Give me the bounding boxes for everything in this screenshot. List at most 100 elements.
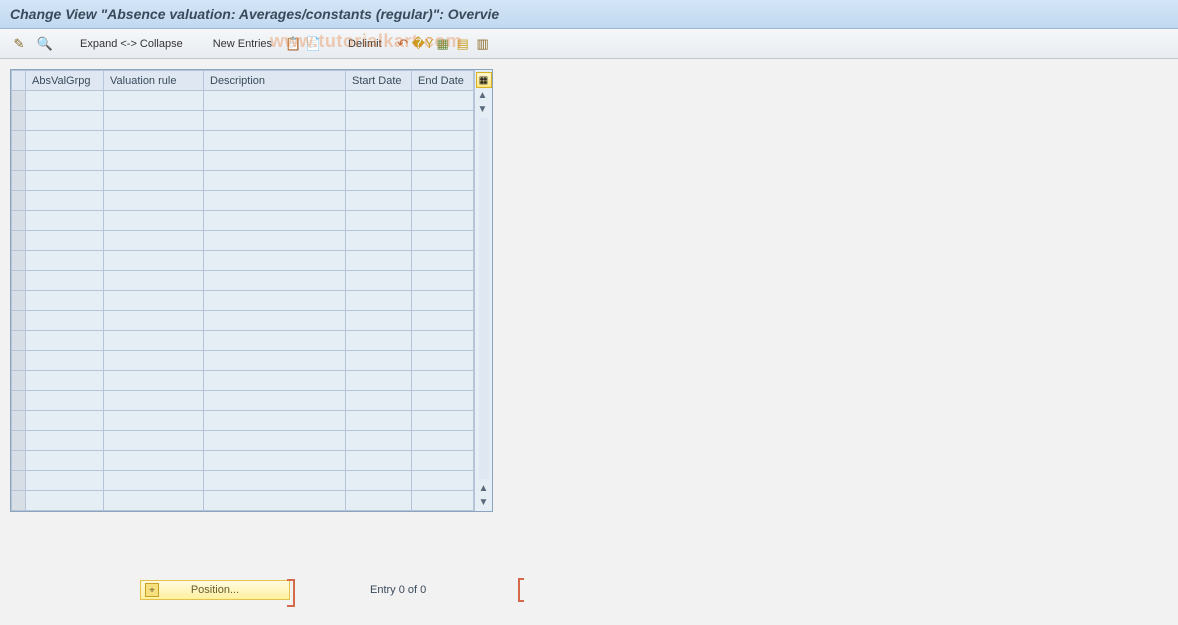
cell-valuation-rule[interactable]: [104, 431, 204, 451]
row-selector[interactable]: [12, 171, 26, 191]
cell-end-date[interactable]: [412, 151, 474, 171]
row-selector[interactable]: [12, 451, 26, 471]
col-header-end-date[interactable]: End Date: [412, 71, 474, 91]
table-row[interactable]: [12, 431, 474, 451]
row-selector[interactable]: [12, 211, 26, 231]
row-selector[interactable]: [12, 291, 26, 311]
row-selector[interactable]: [12, 271, 26, 291]
table-row[interactable]: [12, 391, 474, 411]
row-selector[interactable]: [12, 251, 26, 271]
position-button[interactable]: ⌖ Position...: [140, 580, 290, 600]
cell-valuation-rule[interactable]: [104, 331, 204, 351]
cell-valuation-rule[interactable]: [104, 111, 204, 131]
cell-absvalgrpg[interactable]: [26, 491, 104, 511]
table-save-icon[interactable]: ▤: [454, 35, 472, 53]
undo-icon[interactable]: ↶: [394, 35, 412, 53]
cell-end-date[interactable]: [412, 231, 474, 251]
row-selector[interactable]: [12, 411, 26, 431]
cell-end-date[interactable]: [412, 211, 474, 231]
cell-end-date[interactable]: [412, 311, 474, 331]
table-row[interactable]: [12, 451, 474, 471]
table-row[interactable]: [12, 171, 474, 191]
scroll-up-icon[interactable]: ▼: [476, 102, 490, 116]
cell-absvalgrpg[interactable]: [26, 151, 104, 171]
cell-valuation-rule[interactable]: [104, 471, 204, 491]
cell-valuation-rule[interactable]: [104, 251, 204, 271]
row-selector[interactable]: [12, 491, 26, 511]
cell-start-date[interactable]: [346, 411, 412, 431]
cell-start-date[interactable]: [346, 391, 412, 411]
cell-start-date[interactable]: [346, 171, 412, 191]
delimit-button[interactable]: Delimit: [344, 36, 386, 52]
cell-start-date[interactable]: [346, 151, 412, 171]
expand-collapse-button[interactable]: Expand <-> Collapse: [76, 36, 187, 52]
cell-end-date[interactable]: [412, 91, 474, 111]
cell-valuation-rule[interactable]: [104, 271, 204, 291]
cell-description[interactable]: [204, 251, 346, 271]
cell-absvalgrpg[interactable]: [26, 191, 104, 211]
scroll-up-top-icon[interactable]: ▲: [476, 88, 490, 102]
cell-description[interactable]: [204, 291, 346, 311]
cell-valuation-rule[interactable]: [104, 311, 204, 331]
cell-valuation-rule[interactable]: [104, 451, 204, 471]
cell-end-date[interactable]: [412, 351, 474, 371]
cell-start-date[interactable]: [346, 311, 412, 331]
table-row[interactable]: [12, 371, 474, 391]
cell-start-date[interactable]: [346, 251, 412, 271]
table-row[interactable]: [12, 411, 474, 431]
cell-start-date[interactable]: [346, 331, 412, 351]
cell-end-date[interactable]: [412, 291, 474, 311]
cell-start-date[interactable]: [346, 91, 412, 111]
row-selector[interactable]: [12, 371, 26, 391]
cell-absvalgrpg[interactable]: [26, 411, 104, 431]
row-selector[interactable]: [12, 231, 26, 251]
table-row[interactable]: [12, 491, 474, 511]
row-selector[interactable]: [12, 311, 26, 331]
table-row[interactable]: [12, 291, 474, 311]
cell-start-date[interactable]: [346, 271, 412, 291]
cell-valuation-rule[interactable]: [104, 151, 204, 171]
cell-description[interactable]: [204, 211, 346, 231]
cell-description[interactable]: [204, 191, 346, 211]
cell-description[interactable]: [204, 431, 346, 451]
find-icon[interactable]: 🔍: [36, 35, 54, 53]
cell-description[interactable]: [204, 371, 346, 391]
cell-valuation-rule[interactable]: [104, 411, 204, 431]
cell-description[interactable]: [204, 471, 346, 491]
row-selector[interactable]: [12, 191, 26, 211]
table-row[interactable]: [12, 151, 474, 171]
table-row[interactable]: [12, 331, 474, 351]
cell-end-date[interactable]: [412, 171, 474, 191]
paste-icon[interactable]: 📄: [304, 35, 322, 53]
cell-absvalgrpg[interactable]: [26, 351, 104, 371]
col-header-start-date[interactable]: Start Date: [346, 71, 412, 91]
cell-absvalgrpg[interactable]: [26, 251, 104, 271]
table-row[interactable]: [12, 91, 474, 111]
cell-end-date[interactable]: [412, 271, 474, 291]
cell-start-date[interactable]: [346, 291, 412, 311]
copy-icon[interactable]: 📋: [284, 35, 302, 53]
cell-end-date[interactable]: [412, 111, 474, 131]
table-row[interactable]: [12, 231, 474, 251]
cell-absvalgrpg[interactable]: [26, 391, 104, 411]
table-row[interactable]: [12, 211, 474, 231]
select-all-icon[interactable]: ▦: [434, 35, 452, 53]
cell-absvalgrpg[interactable]: [26, 171, 104, 191]
cell-start-date[interactable]: [346, 371, 412, 391]
cell-valuation-rule[interactable]: [104, 391, 204, 411]
cell-description[interactable]: [204, 351, 346, 371]
cell-description[interactable]: [204, 151, 346, 171]
col-header-valuation-rule[interactable]: Valuation rule: [104, 71, 204, 91]
cell-start-date[interactable]: [346, 431, 412, 451]
cell-start-date[interactable]: [346, 351, 412, 371]
cell-description[interactable]: [204, 91, 346, 111]
cell-start-date[interactable]: [346, 111, 412, 131]
cell-end-date[interactable]: [412, 331, 474, 351]
table-row[interactable]: [12, 191, 474, 211]
cell-valuation-rule[interactable]: [104, 211, 204, 231]
row-selector[interactable]: [12, 131, 26, 151]
table-row[interactable]: [12, 351, 474, 371]
change-mode-icon[interactable]: ✎: [10, 35, 28, 53]
cell-description[interactable]: [204, 271, 346, 291]
cell-end-date[interactable]: [412, 191, 474, 211]
